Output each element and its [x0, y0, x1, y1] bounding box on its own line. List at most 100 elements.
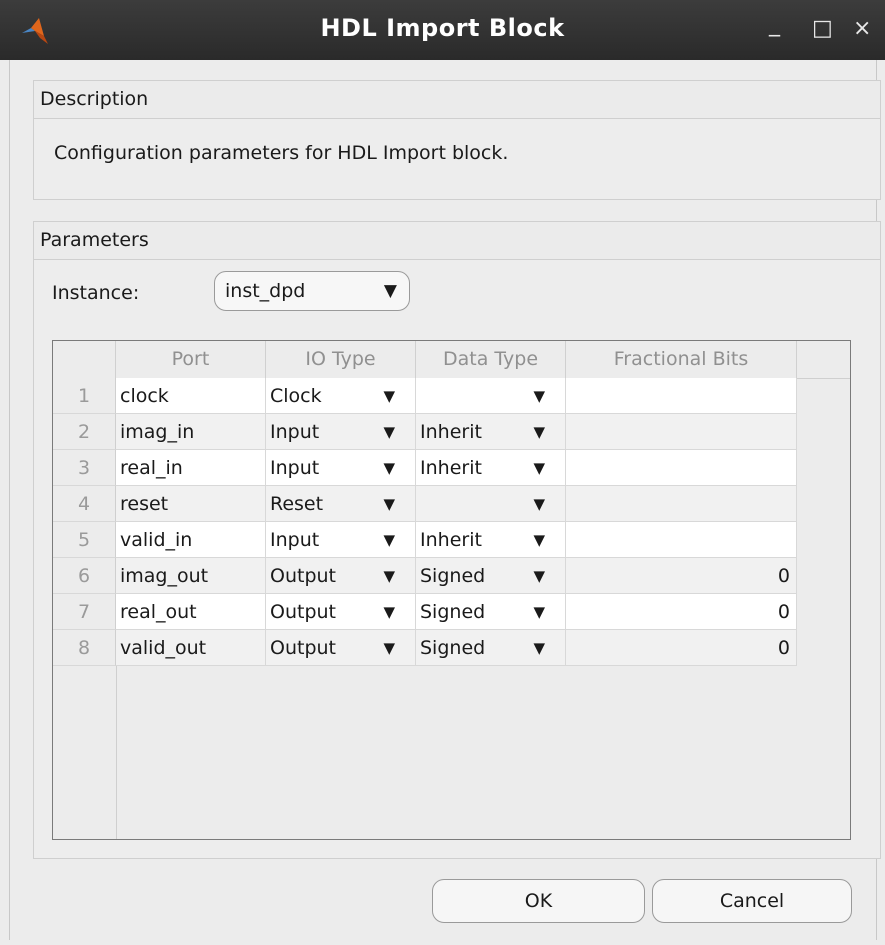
dropdown-arrow-icon: ▼: [383, 423, 395, 441]
maximize-button[interactable]: □: [812, 16, 833, 42]
close-button[interactable]: ×: [853, 16, 871, 42]
fractional-bits-cell[interactable]: [566, 450, 797, 486]
dropdown-arrow-icon: ▼: [383, 603, 395, 621]
row-number: 5: [53, 522, 116, 558]
dropdown-arrow-icon: ▼: [533, 387, 545, 405]
instance-value: inst_dpd: [225, 280, 306, 302]
data-type-value: Signed: [420, 565, 486, 587]
data-type-value: Inherit: [420, 529, 482, 551]
data-type-value: Inherit: [420, 421, 482, 443]
dropdown-arrow-icon: ▼: [533, 459, 545, 477]
table-row: 4 reset Reset ▼ ▼: [53, 486, 797, 522]
window-title: HDL Import Block: [320, 14, 565, 42]
parameters-group: Parameters Instance: inst_dpd ▼ Port IO …: [33, 221, 881, 859]
io-type-dropdown[interactable]: Output ▼: [266, 594, 416, 630]
row-number: 2: [53, 414, 116, 450]
port-cell[interactable]: clock: [116, 378, 266, 414]
fractional-bits-cell[interactable]: 0: [566, 558, 797, 594]
description-header: Description: [34, 81, 880, 119]
column-header-filler: [797, 341, 850, 378]
dropdown-arrow-icon: ▼: [533, 531, 545, 549]
column-header-fractional-bits[interactable]: Fractional Bits: [566, 341, 797, 378]
dropdown-arrow-icon: ▼: [383, 387, 395, 405]
cancel-button[interactable]: Cancel: [652, 879, 852, 923]
table-row: 3 real_in Input ▼ Inherit ▼: [53, 450, 797, 486]
data-type-value: Inherit: [420, 457, 482, 479]
data-type-dropdown[interactable]: Signed ▼: [416, 630, 566, 666]
fractional-bits-cell[interactable]: [566, 414, 797, 450]
io-type-dropdown[interactable]: Output ▼: [266, 630, 416, 666]
column-header-port[interactable]: Port: [116, 341, 266, 378]
io-type-dropdown[interactable]: Input ▼: [266, 522, 416, 558]
port-table: Port IO Type Data Type Fractional Bits 1…: [52, 340, 851, 840]
fractional-bits-cell[interactable]: [566, 378, 797, 414]
instance-dropdown[interactable]: inst_dpd ▼: [214, 271, 410, 311]
port-cell[interactable]: imag_out: [116, 558, 266, 594]
io-type-value: Output: [270, 601, 336, 623]
row-number: 3: [53, 450, 116, 486]
fractional-bits-cell[interactable]: [566, 522, 797, 558]
data-type-dropdown[interactable]: Inherit ▼: [416, 450, 566, 486]
data-type-dropdown[interactable]: Signed ▼: [416, 558, 566, 594]
dropdown-arrow-icon: ▼: [383, 531, 395, 549]
fractional-bits-cell[interactable]: [566, 486, 797, 522]
window-titlebar: HDL Import Block _ □ ×: [0, 0, 885, 60]
port-cell[interactable]: valid_out: [116, 630, 266, 666]
data-type-value: Signed: [420, 637, 486, 659]
table-row: 6 imag_out Output ▼ Signed ▼ 0: [53, 558, 797, 594]
table-row: 7 real_out Output ▼ Signed ▼ 0: [53, 594, 797, 630]
io-type-dropdown[interactable]: Clock ▼: [266, 378, 416, 414]
table-row: 8 valid_out Output ▼ Signed ▼ 0: [53, 630, 797, 666]
dropdown-arrow-icon: ▼: [383, 459, 395, 477]
io-type-dropdown[interactable]: Input ▼: [266, 450, 416, 486]
io-type-value: Clock: [270, 385, 322, 407]
io-type-value: Input: [270, 457, 320, 479]
io-type-value: Input: [270, 421, 320, 443]
column-header-io-type[interactable]: IO Type: [266, 341, 416, 378]
ok-button[interactable]: OK: [432, 879, 645, 923]
data-type-dropdown[interactable]: ▼: [416, 378, 566, 414]
dropdown-arrow-icon: ▼: [383, 639, 395, 657]
column-header-data-type[interactable]: Data Type: [416, 341, 566, 378]
table-header: Port IO Type Data Type Fractional Bits: [53, 341, 850, 379]
data-type-dropdown[interactable]: Inherit ▼: [416, 522, 566, 558]
data-type-value: Signed: [420, 601, 486, 623]
table-row: 1 clock Clock ▼ ▼: [53, 378, 797, 414]
dropdown-arrow-icon: ▼: [383, 495, 395, 513]
parameters-header: Parameters: [34, 222, 880, 260]
row-number: 1: [53, 378, 116, 414]
dialog-body: Description Configuration parameters for…: [9, 60, 881, 940]
port-cell[interactable]: imag_in: [116, 414, 266, 450]
fractional-bits-cell[interactable]: 0: [566, 594, 797, 630]
dropdown-arrow-icon: ▼: [383, 281, 397, 301]
data-type-dropdown[interactable]: Signed ▼: [416, 594, 566, 630]
minimize-button[interactable]: _: [769, 12, 780, 38]
dropdown-arrow-icon: ▼: [383, 567, 395, 585]
port-cell[interactable]: reset: [116, 486, 266, 522]
io-type-dropdown[interactable]: Reset ▼: [266, 486, 416, 522]
row-number: 4: [53, 486, 116, 522]
description-group: Description Configuration parameters for…: [33, 80, 881, 200]
instance-label: Instance:: [52, 282, 140, 304]
io-type-dropdown[interactable]: Input ▼: [266, 414, 416, 450]
data-type-dropdown[interactable]: ▼: [416, 486, 566, 522]
port-cell[interactable]: valid_in: [116, 522, 266, 558]
dropdown-arrow-icon: ▼: [533, 495, 545, 513]
port-cell[interactable]: real_out: [116, 594, 266, 630]
row-number-header: [53, 341, 116, 378]
port-cell[interactable]: real_in: [116, 450, 266, 486]
description-text: Configuration parameters for HDL Import …: [54, 142, 509, 164]
dropdown-arrow-icon: ▼: [533, 639, 545, 657]
dropdown-arrow-icon: ▼: [533, 423, 545, 441]
io-type-value: Input: [270, 529, 320, 551]
fractional-bits-cell[interactable]: 0: [566, 630, 797, 666]
dropdown-arrow-icon: ▼: [533, 603, 545, 621]
row-number: 6: [53, 558, 116, 594]
io-type-value: Reset: [270, 493, 324, 515]
table-row: 2 imag_in Input ▼ Inherit ▼: [53, 414, 797, 450]
row-number: 7: [53, 594, 116, 630]
io-type-value: Output: [270, 565, 336, 587]
io-type-dropdown[interactable]: Output ▼: [266, 558, 416, 594]
data-type-dropdown[interactable]: Inherit ▼: [416, 414, 566, 450]
dropdown-arrow-icon: ▼: [533, 567, 545, 585]
